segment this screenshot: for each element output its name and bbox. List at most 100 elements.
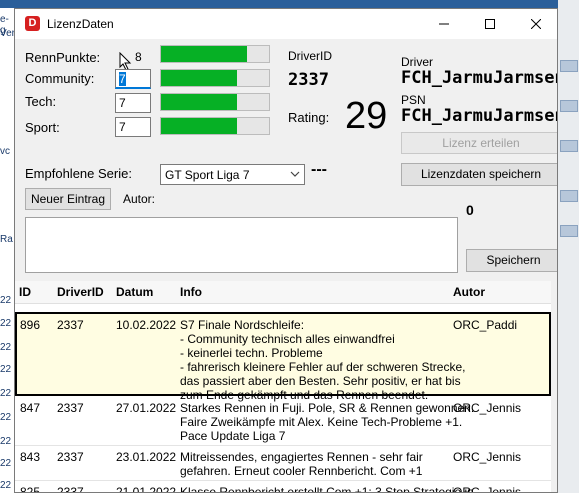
column-header-id[interactable]: ID [19,285,31,299]
community-bar [160,69,270,87]
table-scrollbar[interactable] [551,281,557,492]
serie-label: Empfohlene Serie: [25,166,132,181]
column-header-info[interactable]: Info [180,285,202,299]
info-line: Mitreissendes, engagiertes Rennen - sehr… [180,450,423,464]
sport-bar [160,117,270,135]
cell-info: Mitreissendes, engagiertes Rennen - sehr… [180,450,423,478]
psn-label: PSN [401,93,426,107]
info-line: gefahren. Erneut cooler Rennbericht. Com… [180,464,423,478]
bg-fragment: 22 [0,295,12,306]
cell-driverid: 2337 [57,401,84,415]
maximize-icon [485,19,495,29]
table-row[interactable]: 825 2337 21.01.2022 Klasse Rennbericht e… [15,481,551,493]
cell-info: Klasse Rennbericht erstellt Com +1; 3 St… [180,485,474,493]
eintraege-table: ID DriverID Datum Info Autor 896 2337 10… [15,281,551,493]
title-bar[interactable]: D LizenzDaten [15,9,557,39]
table-row[interactable]: 843 2337 23.01.2022 Mitreissendes, engag… [15,446,551,481]
cell-id: 896 [20,318,41,332]
autor-count: 0 [466,202,474,218]
sport-input[interactable]: 7 [115,117,151,137]
background-window-right [558,0,579,493]
bg-fragment: 22 [0,480,12,491]
bg-fragment: 22 [0,458,12,469]
rennpunkte-value: 8 [135,50,142,64]
serie-selected: GT Sport Liga 7 [165,168,250,182]
cell-autor: ORC_Jennis [453,401,522,415]
bg-fragment: 22 [0,364,12,375]
rennpunkte-bar-fill [161,46,248,62]
cell-autor: ORC_Paddi [453,318,518,332]
table-row[interactable]: 896 2337 10.02.2022 S7 Finale Nordschlei… [15,312,551,402]
bg-fragment: Ver [0,28,16,39]
maximize-button[interactable] [467,9,513,39]
rennpunkte-label: RennPunkte: [25,50,101,65]
bg-fragment: 22 [0,412,12,423]
driver-id-value: 2337 [288,70,329,90]
info-line: Klasse Rennbericht erstellt Com +1; 3 St… [180,485,474,493]
lizenzdaten-speichern-button[interactable]: Lizenzdaten speichern [401,163,557,186]
tech-bar-fill [161,94,237,110]
sport-label: Sport: [25,120,60,135]
cell-autor: ORC_Jennis [453,485,522,493]
lizenz-erteilen-button[interactable]: Lizenz erteilen [401,132,557,154]
bg-fragment: 22 [0,342,12,353]
bg-cell [560,190,578,202]
cell-datum: 21.01.2022 [116,485,177,493]
eintrag-textarea[interactable] [25,217,458,273]
close-icon [531,19,541,29]
tech-bar [160,93,270,111]
cell-driverid: 2337 [57,485,84,493]
cell-datum: 23.01.2022 [116,450,177,464]
background-taskbar [0,0,579,8]
bg-cell [560,60,578,72]
info-line: Pace Update Liga 7 [180,429,286,443]
cell-info: S7 Finale Nordschleife: - Community tech… [180,318,465,402]
cell-id: 825 [20,485,41,493]
info-line: - keinerlei techn. Probleme [180,346,323,360]
neuer-eintrag-button[interactable]: Neuer Eintrag [25,188,111,210]
info-line: S7 Finale Nordschleife: [180,318,305,332]
column-header-datum[interactable]: Datum [116,285,153,299]
bg-fragment: 22 [0,388,12,399]
serie-select[interactable]: GT Sport Liga 7 [160,164,305,185]
cell-driverid: 2337 [57,450,84,464]
background-window-left: e-g Ver vc Ra 22 22 22 22 22 22 22 22 22 [0,8,16,493]
cell-datum: 10.02.2022 [116,318,177,332]
cell-id: 847 [20,401,41,415]
driver-name: FCH_JarmuJarmsen [401,68,558,88]
tech-value: 7 [119,96,126,110]
lizenzdaten-window: D LizenzDaten RennPunkte: 8 Community: 7… [14,8,558,493]
cell-id: 843 [20,450,41,464]
column-header-driverid[interactable]: DriverID [57,285,104,299]
table-row[interactable]: 847 2337 27.01.2022 Starkes Rennen in Fu… [15,397,551,446]
autor-label: Autor: [123,192,156,206]
driver-label: Driver [401,55,433,69]
community-value: 7 [119,72,126,86]
app-icon: D [25,16,40,31]
cell-datum: 27.01.2022 [116,401,177,415]
tech-input[interactable]: 7 [115,93,151,113]
speichern-button[interactable]: Speichern [466,249,557,272]
info-line: das passiert aber den Besten. Sehr posit… [180,374,461,388]
chevron-down-icon [290,171,300,177]
driver-id-label: DriverID [288,49,332,63]
cell-info: Starkes Rennen in Fuji. Pole, SR & Renne… [180,401,474,443]
window-title: LizenzDaten [47,17,114,31]
bg-fragment: vc [0,146,10,157]
bg-cell [560,225,578,237]
rating-label: Rating: [288,110,330,125]
info-line: - fahrerisch kleinere Fehler auf der sch… [180,360,466,374]
table-header: ID DriverID Datum Info Autor [15,281,551,304]
info-line: - Community technisch alles einwandfrei [180,332,395,346]
community-input[interactable]: 7 [115,69,151,89]
column-header-autor[interactable]: Autor [453,285,485,299]
close-button[interactable] [513,9,557,39]
minimize-button[interactable] [421,9,467,39]
bg-fragment: Ra [0,234,13,245]
tech-label: Tech: [25,94,57,109]
sport-value: 7 [119,120,126,134]
bg-cell [560,100,578,112]
rennpunkte-bar [160,45,270,63]
bg-fragment: 22 [0,318,12,329]
info-line: Starkes Rennen in Fuji. Pole, SR & Renne… [180,401,475,415]
